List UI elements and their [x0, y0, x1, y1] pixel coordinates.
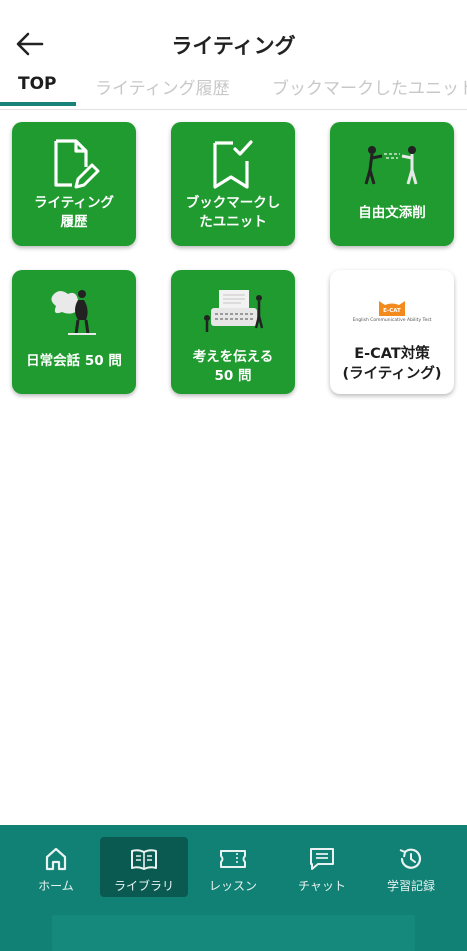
- active-tab-indicator: [0, 102, 76, 106]
- home-indicator-bar: [52, 915, 415, 951]
- tab-writing-history[interactable]: ライティング履歴: [95, 74, 230, 99]
- typewriter-illustration-icon: [204, 290, 264, 332]
- person-thinking-illustration-icon: [51, 290, 96, 335]
- tile-label: E-CAT対策 (ライティング): [342, 346, 442, 382]
- chat-icon: [310, 848, 334, 870]
- nav-label: 学習記録: [386, 879, 435, 893]
- tile-daily-conversation[interactable]: 日常会話 50 問: [12, 270, 136, 394]
- tile-label: 日常会話 50 問: [26, 353, 122, 369]
- tile-bookmarked-units[interactable]: ブックマークし たユニット: [171, 122, 295, 246]
- book-icon: [131, 849, 157, 870]
- tile-free-composition[interactable]: 自由文添削: [330, 122, 454, 246]
- bottom-navigation: ホーム ライブラリ レッスン チャット 学習記録: [0, 825, 467, 951]
- document-pencil-icon: [54, 139, 100, 189]
- ecat-logo-text: E-CAT: [383, 308, 401, 314]
- bookmark-check-icon: [213, 140, 253, 189]
- tile-ecat-writing[interactable]: E-CAT English Communicative Ability Test…: [330, 270, 454, 394]
- tile-label: 考えを伝える 50 問: [192, 349, 274, 384]
- people-illustration-icon: [364, 146, 418, 185]
- nav-lessons[interactable]: レッスン: [189, 837, 277, 897]
- home-icon: [45, 847, 67, 871]
- tab-bookmarked-units[interactable]: ブックマークしたユニット: [272, 74, 467, 99]
- nav-label: レッスン: [208, 879, 257, 893]
- tile-express-ideas[interactable]: 考えを伝える 50 問: [171, 270, 295, 394]
- tab-top[interactable]: TOP: [18, 74, 57, 94]
- history-icon: [399, 848, 422, 869]
- ecat-logo-icon: E-CAT: [379, 301, 405, 316]
- ticket-icon: [220, 850, 246, 868]
- tile-label: ブックマークし たユニット: [185, 195, 281, 230]
- nav-chat[interactable]: チャット: [278, 837, 366, 897]
- nav-label: チャット: [298, 879, 346, 893]
- ecat-logo-subtext: English Communicative Ability Test: [352, 318, 432, 323]
- nav-study-record[interactable]: 学習記録: [367, 837, 455, 897]
- tile-writing-history[interactable]: ライティング 履歴: [12, 122, 136, 246]
- nav-library[interactable]: ライブラリ: [100, 837, 188, 897]
- nav-label: ライブラリ: [113, 879, 174, 893]
- nav-label: ホーム: [38, 879, 74, 893]
- tile-label: ライティング 履歴: [34, 195, 114, 230]
- page-title: ライティング: [171, 34, 296, 58]
- tile-label: 自由文添削: [358, 205, 426, 221]
- nav-home[interactable]: ホーム: [12, 837, 100, 897]
